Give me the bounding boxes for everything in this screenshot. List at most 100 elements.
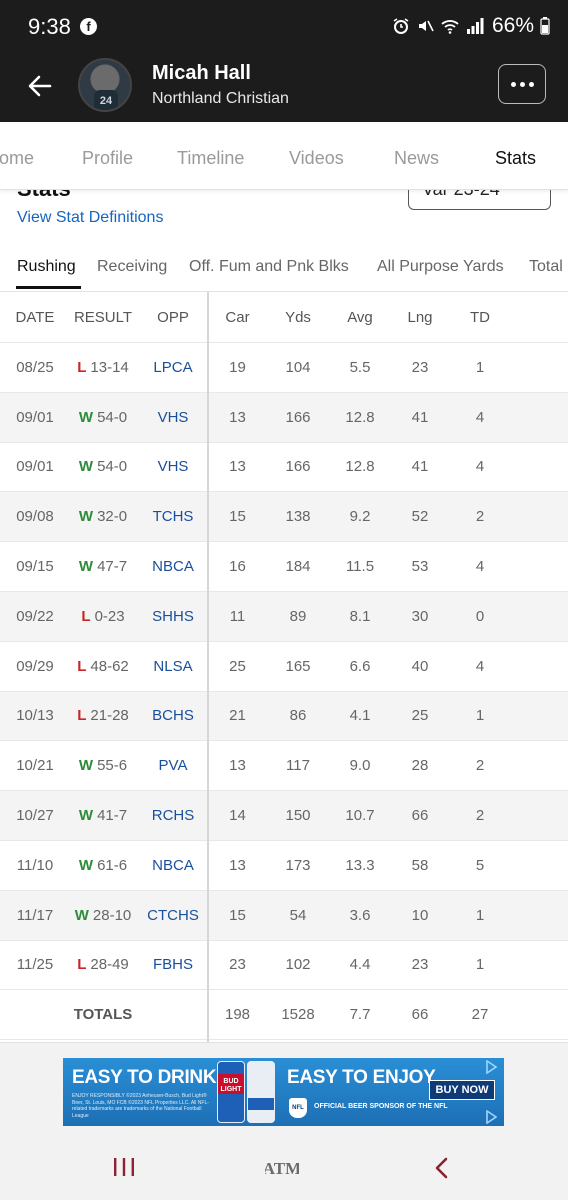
alarm-icon	[393, 18, 409, 34]
back-arrow-icon[interactable]	[22, 68, 58, 104]
row-td: 4	[475, 458, 485, 476]
bud-light-ad-banner[interactable]: EASY TO DRINK. ENJOY RESPONSIBLY ©2023 A…	[63, 1058, 504, 1126]
rushing-stats-table: DATE RESULT OPP Car Yds Avg Lng TD 08/25…	[0, 292, 568, 1041]
stats-section-header: Stats Var 23-24 View Stat Definitions	[0, 190, 568, 242]
row-car: 25	[229, 657, 246, 675]
active-subtab-indicator	[16, 286, 81, 289]
back-nav-icon[interactable]	[432, 1156, 452, 1180]
result-win-loss: L	[81, 607, 91, 625]
table-header-row: DATE RESULT OPP Car Yds Avg Lng TD	[0, 292, 568, 343]
row-car: 14	[229, 807, 246, 825]
row-car: 21	[229, 707, 246, 725]
row-result: W 47-7	[70, 542, 136, 591]
more-options-button[interactable]	[498, 64, 546, 104]
row-result: L 0-23	[70, 592, 136, 641]
profile-tabs: ome Profile Timeline Videos News Stats	[0, 122, 568, 190]
row-opponent-link[interactable]: SHHS	[140, 592, 206, 641]
row-car: 19	[229, 358, 246, 376]
row-lng: 66	[411, 807, 429, 825]
tab-news[interactable]: News	[394, 148, 439, 169]
col-header-result[interactable]: RESULT	[70, 292, 136, 342]
adchoices-icon[interactable]	[484, 1060, 498, 1074]
battery-percentage: 66%	[491, 14, 534, 37]
view-stat-definitions-link[interactable]: View Stat Definitions	[17, 209, 163, 227]
row-car: 11	[229, 607, 246, 625]
tab-profile[interactable]: Profile	[82, 148, 133, 169]
row-opponent-link[interactable]: RCHS	[140, 791, 206, 840]
tab-stats[interactable]: Stats	[495, 148, 536, 169]
row-td: 1	[475, 906, 485, 924]
recent-apps-icon[interactable]	[112, 1156, 136, 1178]
row-opponent-link[interactable]: NBCA	[140, 841, 206, 890]
col-header-opp[interactable]: OPP	[140, 292, 206, 342]
home-atm-logo-icon[interactable]: ATM	[265, 1152, 299, 1182]
row-opponent-link[interactable]: TCHS	[140, 492, 206, 541]
row-yds: 166	[285, 408, 311, 426]
row-date: 10/13	[16, 707, 54, 725]
table-row: 10/27 W 41-7 RCHS 14 150 10.7 66 2	[0, 791, 568, 841]
row-lng: 10	[411, 906, 429, 924]
tab-home[interactable]: ome	[0, 148, 34, 169]
table-row: 10/21 W 55-6 PVA 13 117 9.0 28 2	[0, 741, 568, 792]
subtab-rushing[interactable]: Rushing	[17, 258, 76, 276]
col-header-td[interactable]: TD	[452, 292, 508, 342]
row-opponent-link[interactable]: PVA	[140, 741, 206, 790]
player-school: Northland Christian	[152, 90, 289, 107]
result-score: 32-0	[97, 508, 128, 526]
row-opponent-link[interactable]: NLSA	[140, 642, 206, 691]
result-score: 13-14	[90, 358, 129, 376]
subtab-all-purpose-yards[interactable]: All Purpose Yards	[377, 258, 504, 276]
buy-now-button[interactable]: BUY NOW	[429, 1080, 495, 1100]
season-dropdown-value: Var 23-24	[422, 190, 500, 199]
row-result: W 54-0	[70, 443, 136, 492]
totals-label: TOTALS	[73, 1006, 133, 1024]
row-opponent-link[interactable]: LPCA	[140, 343, 206, 392]
table-row: 09/29 L 48-62 NLSA 25 165 6.6 40 4	[0, 642, 568, 692]
row-opponent-link[interactable]: VHS	[140, 393, 206, 442]
subtab-off-fum-pnk-blks[interactable]: Off. Fum and Pnk Blks	[189, 258, 349, 276]
season-dropdown[interactable]: Var 23-24	[408, 190, 551, 210]
row-opponent-link[interactable]: CTCHS	[140, 891, 206, 940]
col-header-lng[interactable]: Lng	[392, 292, 448, 342]
row-date: 10/27	[16, 807, 54, 825]
dot-icon	[528, 81, 534, 87]
row-opponent-link[interactable]: BCHS	[140, 692, 206, 741]
status-icons: 66%	[392, 14, 550, 38]
tab-timeline[interactable]: Timeline	[177, 148, 244, 169]
subtab-receiving[interactable]: Receiving	[97, 258, 167, 276]
row-result: W 32-0	[70, 492, 136, 541]
col-header-yds[interactable]: Yds	[270, 292, 326, 342]
row-result: L 13-14	[70, 343, 136, 392]
totals-td: 27	[471, 1006, 489, 1024]
result-win-loss: W	[78, 558, 94, 576]
result-score: 41-7	[97, 807, 128, 825]
row-yds: 102	[285, 956, 311, 974]
tab-videos[interactable]: Videos	[289, 148, 344, 169]
totals-lng: 66	[411, 1006, 429, 1024]
section-title: Stats	[17, 190, 71, 202]
subtab-total[interactable]: Total	[529, 258, 563, 276]
row-opponent-link[interactable]: NBCA	[140, 542, 206, 591]
avatar-jersey-number: 24	[94, 90, 118, 110]
col-header-avg[interactable]: Avg	[332, 292, 388, 342]
status-time: 9:38	[28, 14, 71, 39]
row-td: 2	[475, 757, 485, 775]
result-win-loss: W	[78, 757, 94, 775]
result-score: 47-7	[97, 558, 128, 576]
totals-avg: 7.7	[349, 1006, 371, 1024]
row-yds: 138	[285, 508, 311, 526]
row-yds: 117	[286, 757, 310, 775]
row-opponent-link[interactable]: VHS	[140, 443, 206, 492]
row-yds: 86	[289, 707, 307, 725]
totals-car: 198	[224, 1006, 251, 1024]
col-header-date[interactable]: DATE	[0, 292, 70, 342]
system-navigation-bar: ATM	[0, 1134, 568, 1200]
row-date: 10/21	[16, 757, 54, 775]
row-date: 09/01	[16, 458, 54, 476]
avatar[interactable]: 24	[78, 58, 132, 112]
row-opponent-link[interactable]: FBHS	[140, 941, 206, 990]
adchoices-icon[interactable]	[484, 1110, 498, 1124]
ad-sponsor-text: OFFICIAL BEER SPONSOR OF THE NFL	[314, 1103, 448, 1110]
row-date: 09/22	[16, 607, 54, 625]
col-header-car[interactable]: Car	[210, 292, 265, 342]
